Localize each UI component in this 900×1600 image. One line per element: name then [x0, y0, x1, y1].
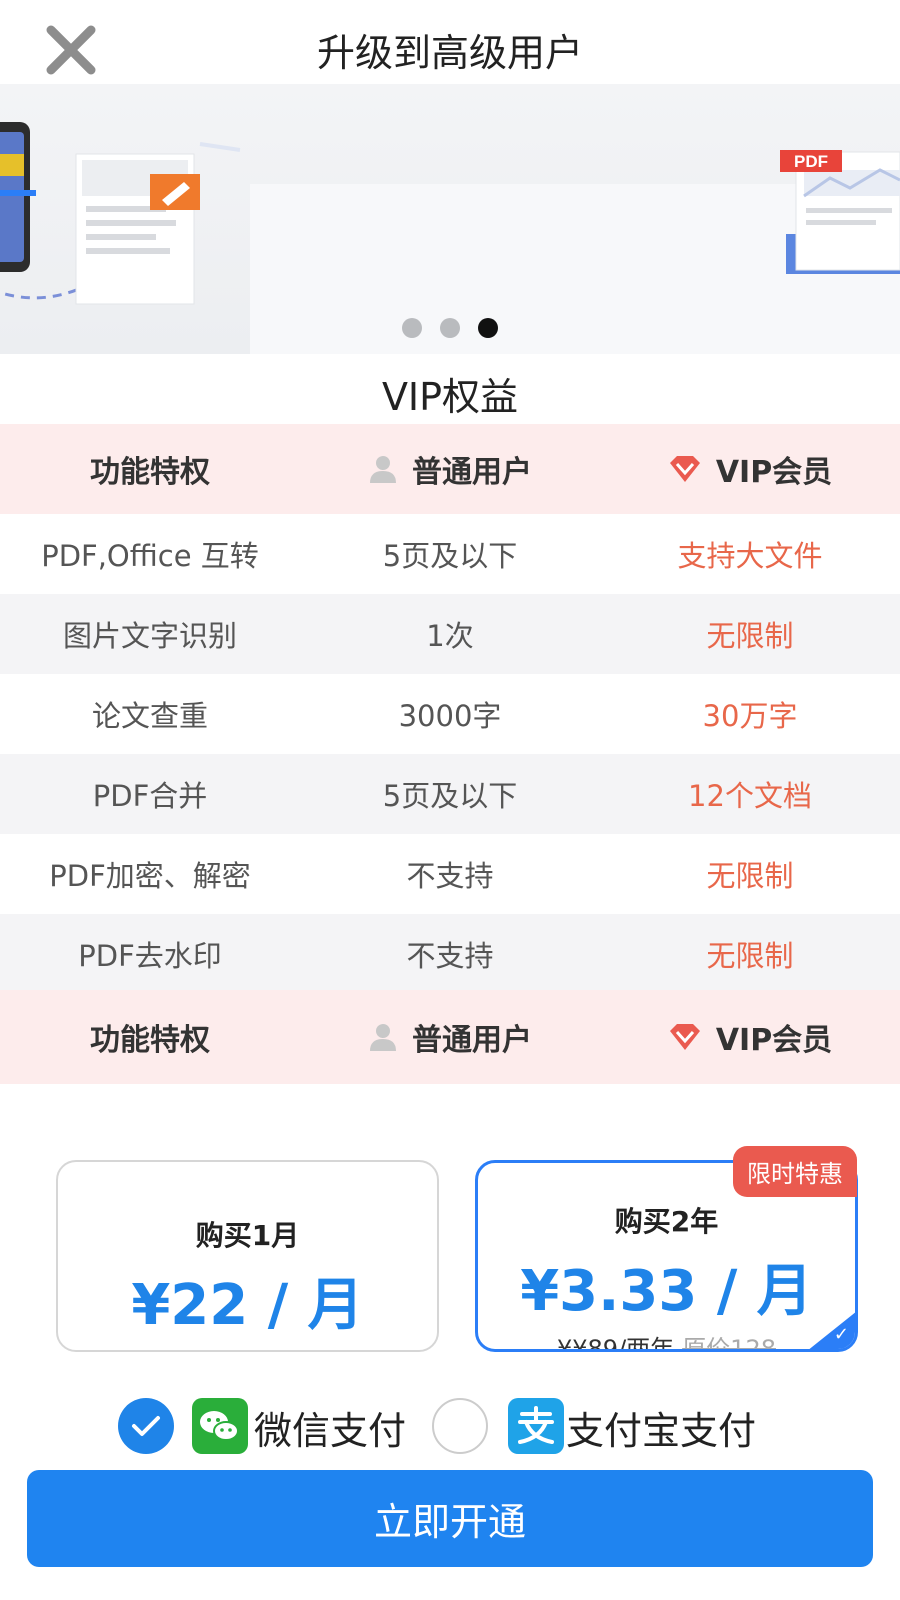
alipay-icon — [508, 1398, 564, 1454]
vip-benefits-title: VIP权益 — [381, 375, 519, 419]
feature-cell: PDF,Office 互转 — [41, 539, 259, 573]
diamond-icon — [669, 456, 700, 482]
plan-price: ¥3.33 / 月 — [520, 1259, 813, 1324]
normal-cell: 3000字 — [398, 699, 502, 733]
table-row: 论文查重 3000字 30万字 — [0, 674, 900, 754]
normal-cell: 1次 — [426, 619, 474, 653]
vip-cell: 无限制 — [706, 859, 794, 893]
plan-total: ¥¥89/两年 — [557, 1335, 675, 1352]
header-feature: 功能特权 — [90, 455, 210, 490]
feature-cell: PDF加密、解密 — [49, 859, 251, 893]
table-row: PDF合并 5页及以下 12个文档 — [0, 754, 900, 834]
wechat-radio[interactable] — [118, 1398, 174, 1454]
plan-price: ¥22 / 月 — [131, 1273, 364, 1338]
header-normal-label: 普通用户 — [412, 455, 532, 490]
alipay-radio[interactable] — [432, 1398, 488, 1454]
plan-name: 购买2年 — [614, 1205, 719, 1238]
header-normal-label: 普通用户 — [412, 1023, 532, 1058]
promo-badge: 限时特惠 — [733, 1146, 857, 1197]
table-header: 功能特权 普通用户 VIP会员 — [0, 424, 900, 514]
page-title: 升级到高级用户 — [316, 31, 583, 75]
feature-cell: 论文查重 — [91, 699, 208, 733]
header-normal: 普通用户 — [300, 447, 600, 491]
benefits-table-repeat: 功能特权 普通用户 VIP会员 — [0, 990, 900, 1084]
header-feature: 功能特权 — [90, 1023, 210, 1058]
vip-cell: 无限制 — [706, 939, 794, 973]
carousel-dot-active[interactable] — [478, 318, 498, 338]
header: 升级到高级用户 — [0, 0, 900, 90]
plan-options: 购买1月 ¥22 / 月 购买2年 ¥3.33 / 月 ¥¥89/两年 原价128… — [0, 1146, 900, 1360]
plan-name: 购买1月 — [195, 1219, 300, 1252]
vip-cell: 支持大文件 — [677, 539, 823, 573]
wechat-icon — [192, 1398, 248, 1454]
feature-cell: PDF去水印 — [78, 939, 222, 973]
user-icon — [370, 456, 396, 483]
header-vip: VIP会员 — [600, 447, 900, 491]
feature-cell: 图片文字识别 — [62, 619, 237, 653]
plan-original-price: 原价128 — [682, 1335, 776, 1352]
check-icon — [132, 1416, 160, 1436]
carousel-illustration: PDF — [0, 122, 900, 354]
vip-cell: 30万字 — [702, 699, 798, 733]
user-icon — [370, 1024, 396, 1051]
header-vip-label: VIP会员 — [715, 1023, 833, 1058]
carousel-dot[interactable] — [440, 318, 460, 338]
plan-subprice: ¥¥89/两年 原价128 — [478, 1329, 855, 1352]
normal-cell: 5页及以下 — [382, 539, 518, 573]
header-normal: 普通用户 — [300, 1015, 600, 1059]
feature-cell: PDF合并 — [92, 779, 208, 813]
normal-cell: 不支持 — [406, 939, 494, 973]
normal-cell: 5页及以下 — [382, 779, 518, 813]
header-vip: VIP会员 — [600, 1015, 900, 1059]
table-row: PDF去水印 不支持 无限制 — [0, 914, 900, 994]
vip-cell: 12个文档 — [688, 779, 812, 813]
carousel-dot[interactable] — [402, 318, 422, 338]
header-vip-label: VIP会员 — [715, 455, 833, 490]
benefits-table: 功能特权 普通用户 VIP会员 PDF,Office 互转 5页及以下 支持大文… — [0, 424, 900, 994]
alipay-label[interactable]: 支付宝支付 — [566, 1400, 756, 1455]
normal-cell: 不支持 — [406, 859, 494, 893]
check-icon: ✓ — [833, 1324, 849, 1345]
wechat-label[interactable]: 微信支付 — [254, 1400, 406, 1455]
plan-monthly[interactable]: 购买1月 ¥22 / 月 — [56, 1160, 439, 1352]
table-row: 图片文字识别 1次 无限制 — [0, 594, 900, 674]
payment-methods: 微信支付 支付宝支付 — [0, 1396, 900, 1456]
table-row: PDF加密、解密 不支持 无限制 — [0, 834, 900, 914]
table-header: 功能特权 普通用户 VIP会员 — [0, 990, 900, 1084]
selected-corner — [807, 1311, 855, 1349]
feature-carousel[interactable]: PDF — [0, 84, 900, 354]
activate-button[interactable]: 立即开通 — [27, 1470, 873, 1567]
pdf-tag: PDF — [794, 152, 828, 171]
diamond-icon — [669, 1024, 700, 1050]
carousel-dots[interactable] — [0, 318, 900, 338]
vip-cell: 无限制 — [706, 619, 794, 653]
table-row: PDF,Office 互转 5页及以下 支持大文件 — [0, 514, 900, 594]
